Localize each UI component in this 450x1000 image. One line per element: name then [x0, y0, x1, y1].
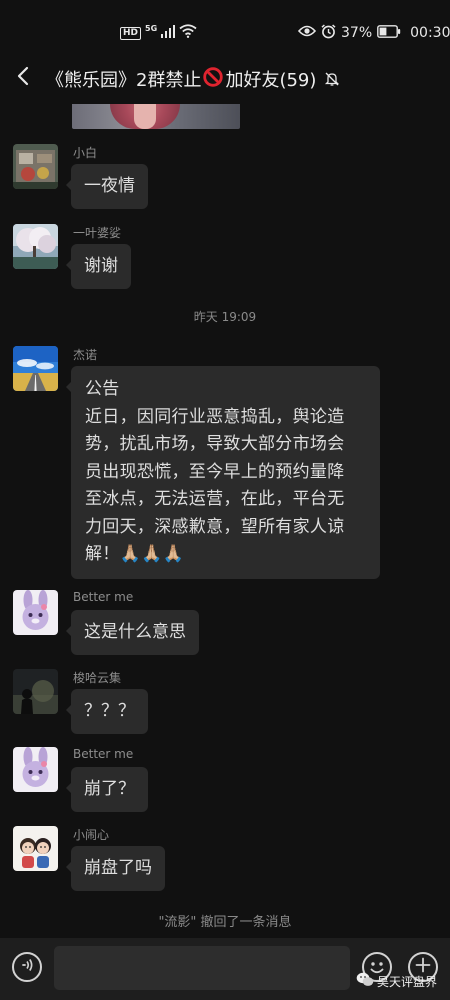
message-bubble[interactable]: 公告 近日，因同行业恶意捣乱，舆论造 势，扰乱市场，导致大部分市场会 员出现恐慌…: [66, 366, 380, 579]
prohibited-sign-icon: [203, 66, 224, 92]
wifi-icon: [179, 24, 197, 42]
message-line: 员出现恐慌，至今早上的预约量降: [85, 461, 345, 482]
battery-percent: 37%: [341, 25, 373, 41]
bell-off-icon: [324, 71, 340, 87]
sender-name: 杰诺: [73, 348, 98, 362]
battery-icon: [377, 24, 401, 42]
sender-name: Better me: [73, 590, 134, 604]
avatar[interactable]: [13, 144, 58, 189]
avatar[interactable]: [13, 747, 58, 792]
status-left: HD 5G: [120, 24, 197, 42]
chat-title-part1: 《熊乐园》2群禁止: [46, 70, 202, 91]
message-bubble[interactable]: 崩盘了吗: [66, 846, 165, 891]
status-time: 00:30: [410, 25, 450, 41]
voice-icon: [19, 957, 35, 977]
message-line: 力回天，深感歉意，望所有家人谅: [85, 516, 345, 537]
message-input[interactable]: [54, 946, 350, 990]
message-line: 解！🙏🏼🙏🏼🙏🏼: [85, 544, 185, 564]
message-line: 近日，因同行业恶意捣乱，舆论造: [85, 406, 345, 427]
input-bar: [0, 938, 450, 1000]
recall-notice: "流影" 撤回了一条消息: [158, 915, 292, 930]
sender-name: 一叶婆娑: [73, 226, 122, 240]
status-right: 37% 00:30: [297, 23, 450, 43]
message-bubble[interactable]: 崩了？: [66, 767, 148, 812]
avatar[interactable]: [13, 669, 58, 714]
avatar[interactable]: [13, 224, 58, 269]
sender-name: 小闹心: [73, 828, 110, 842]
message-line: 势，扰乱市场，导致大部分市场会: [85, 434, 345, 454]
chat-title[interactable]: 《熊乐园》2群禁止 加好友(59): [46, 66, 340, 92]
avatar[interactable]: [13, 826, 58, 871]
chat-title-part2: 加好友(59): [225, 70, 317, 91]
sender-name: 小白: [73, 146, 98, 160]
network-label: 5G: [145, 24, 158, 33]
message-bubble[interactable]: 这是什么意思: [66, 610, 199, 655]
image-figure-detail: [134, 104, 156, 129]
hd-badge: HD: [120, 26, 142, 40]
message-bubble[interactable]: ？？？: [66, 689, 148, 734]
voice-button[interactable]: [12, 952, 42, 982]
avatar[interactable]: [13, 590, 58, 635]
chevron-left-icon: [17, 66, 29, 90]
message-line: 公告: [85, 379, 120, 399]
time-separator: 昨天 19:09: [193, 310, 257, 324]
alarm-icon: [321, 23, 336, 43]
wechat-icon: [356, 972, 374, 990]
message-line: 至冰点，无法运营，在此，平台无: [85, 489, 345, 509]
message-bubble[interactable]: 谢谢: [66, 244, 131, 289]
watermark: 昊天评盘界: [356, 972, 437, 990]
signal-icon: [161, 24, 176, 42]
watermark-text: 昊天评盘界: [377, 974, 438, 989]
avatar[interactable]: [13, 346, 58, 391]
eye-icon: [297, 25, 317, 41]
back-button[interactable]: [8, 62, 38, 94]
message-bubble[interactable]: 一夜情: [66, 164, 148, 209]
sender-name: 梭哈云集: [73, 671, 122, 685]
image-message-partial[interactable]: [72, 104, 240, 129]
chat-screen: HD 5G 37% 00:30 《熊乐园》2群禁止 加好友(59) 小白 一夜情…: [0, 0, 450, 1000]
sender-name: Better me: [73, 747, 134, 761]
chat-header: 《熊乐园》2群禁止 加好友(59): [0, 52, 450, 104]
status-bar: HD 5G 37% 00:30: [0, 0, 450, 46]
